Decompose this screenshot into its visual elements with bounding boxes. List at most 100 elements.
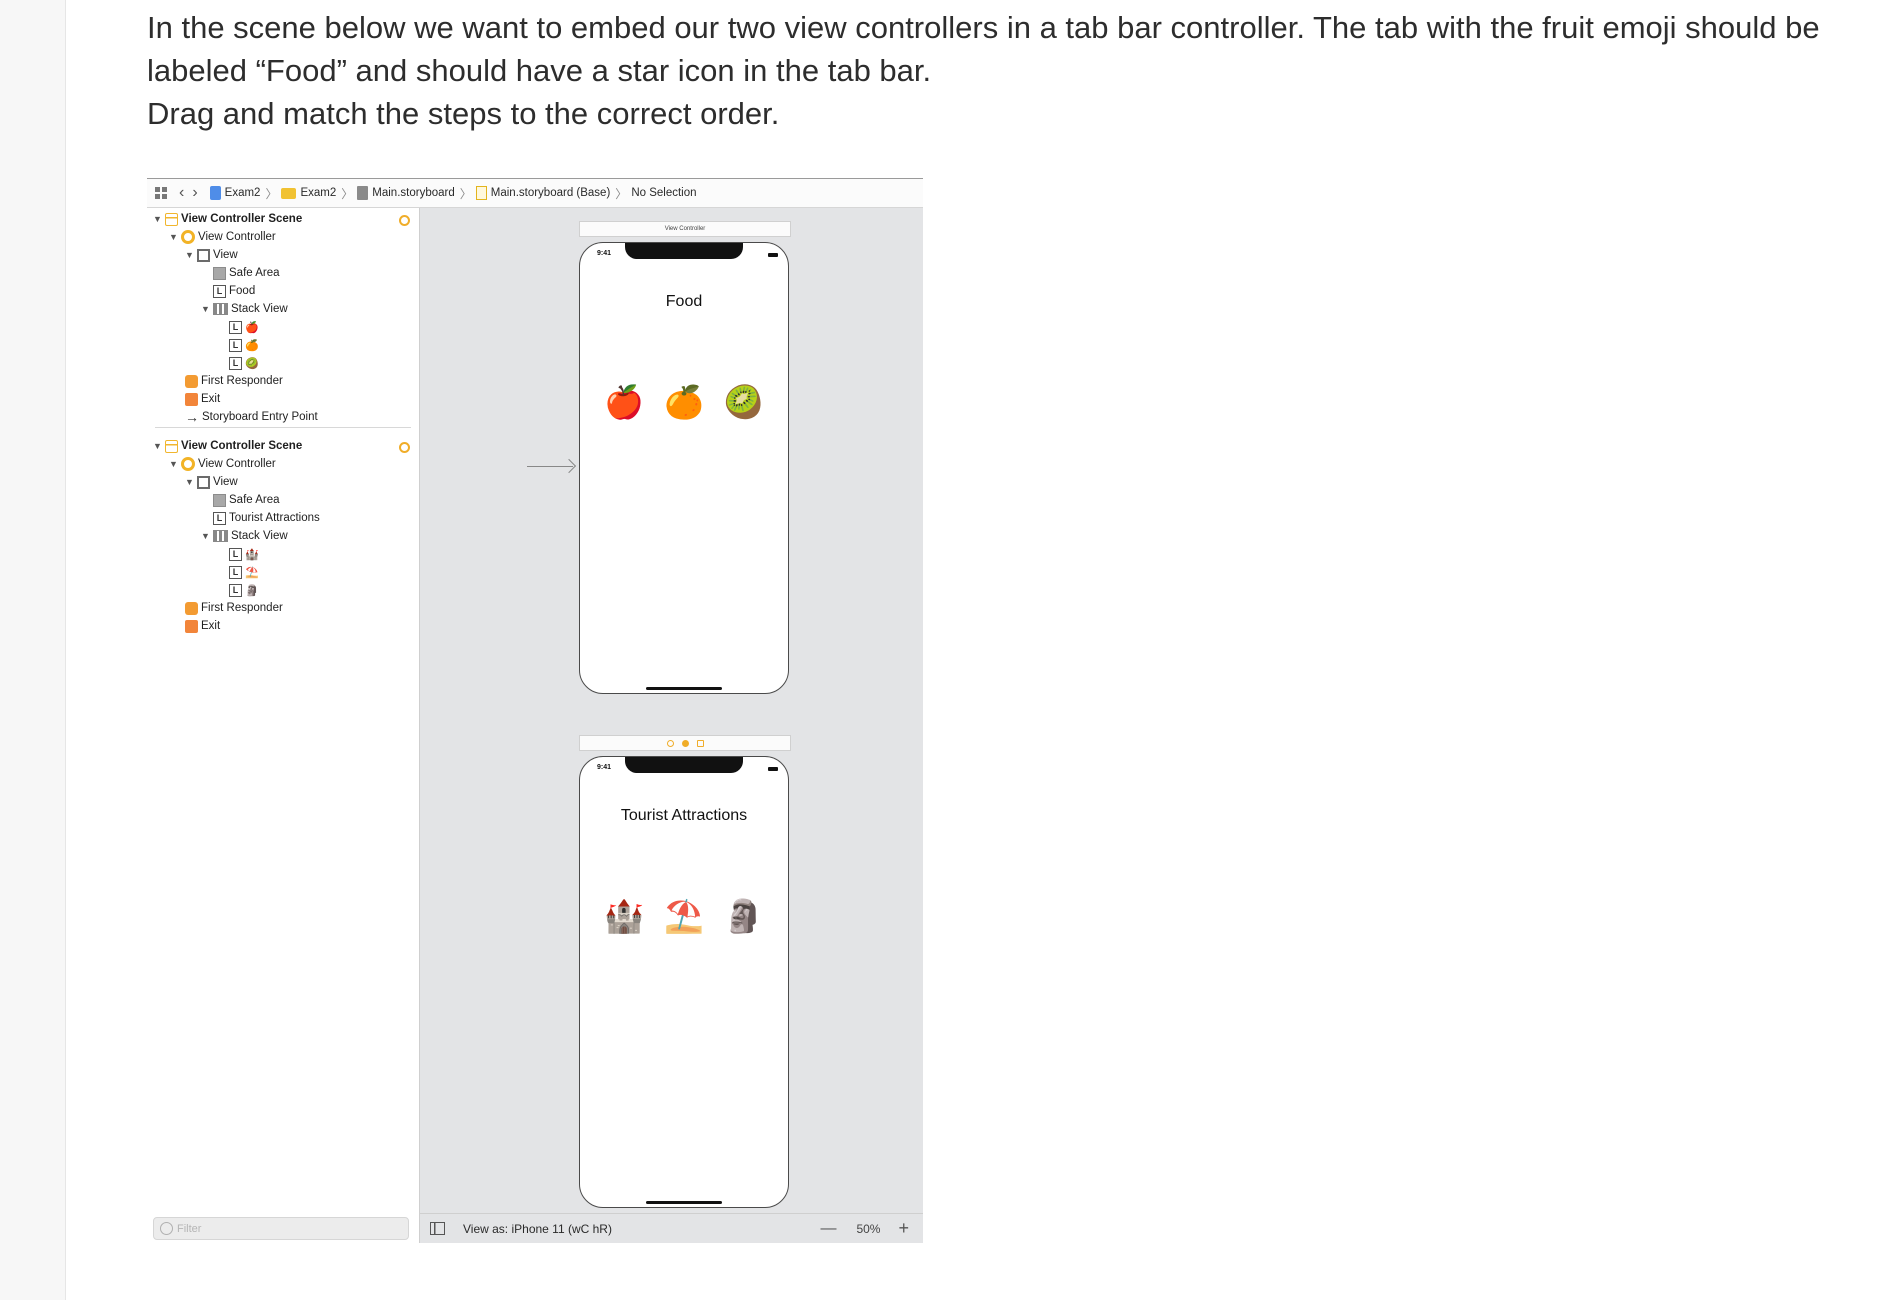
stack-view-icon — [213, 530, 228, 542]
attractions-stack-view[interactable]: 🏰 ⛱️ 🗿 — [580, 897, 788, 935]
jump-bar: ‹ › Exam2 〉 Exam2 〉 Main.storyboard 〉 Ma… — [147, 179, 923, 208]
outline-stack-view[interactable]: ▼ Stack View — [201, 300, 288, 318]
status-time: 9:41 — [597, 250, 612, 257]
status-time: 9:41 — [597, 764, 612, 771]
beach-emoji[interactable]: ⛱️ — [664, 897, 704, 935]
filter-field[interactable]: Filter — [153, 1217, 409, 1240]
outline-stack-item[interactable]: L 🍎 — [229, 318, 259, 336]
outline-stack-item[interactable]: L 🍊 — [229, 336, 259, 354]
scene-icon — [165, 439, 178, 453]
breadcrumb-selection[interactable]: No Selection — [631, 187, 696, 199]
disclosure-triangle-icon[interactable]: ▼ — [185, 250, 197, 260]
zoom-out-icon[interactable]: — — [820, 1220, 836, 1238]
castle-emoji[interactable]: 🏰 — [604, 897, 644, 935]
scene-1-header[interactable]: View Controller — [579, 221, 791, 237]
outline-exit[interactable]: Exit — [185, 390, 220, 408]
food-label[interactable]: Food — [580, 293, 788, 311]
breadcrumb-separator: 〉 — [615, 186, 628, 201]
safe-area-icon — [213, 493, 226, 507]
label-icon: L — [229, 565, 242, 579]
scene-divider — [155, 427, 411, 428]
disclosure-triangle-icon[interactable]: ▼ — [201, 531, 213, 541]
scene-status-icon — [399, 215, 410, 226]
view-icon — [197, 248, 210, 262]
storyboard-entry-arrow[interactable] — [527, 466, 573, 467]
outline-safe-area[interactable]: Safe Area — [213, 491, 280, 509]
battery-icon — [768, 767, 778, 771]
question-line-1: In the scene below we want to embed our … — [147, 10, 1820, 88]
entry-arrow-icon: → — [185, 409, 199, 425]
outline-exit[interactable]: Exit — [185, 617, 220, 635]
outline-scene-2[interactable]: ▼ View Controller Scene — [153, 437, 302, 455]
disclosure-triangle-icon[interactable]: ▼ — [201, 304, 213, 314]
canvas-bottom-bar: View as: iPhone 11 (wC hR) — 50% + — [420, 1213, 923, 1243]
view-controller-icon[interactable] — [666, 739, 674, 747]
outline-first-responder[interactable]: First Responder — [185, 372, 283, 390]
exit-icon[interactable] — [696, 739, 704, 747]
kiwi-emoji[interactable]: 🥝 — [724, 383, 764, 421]
home-indicator — [646, 1201, 722, 1204]
view-as-device[interactable]: View as: iPhone 11 (wC hR) — [463, 1222, 612, 1236]
outline-stack-item[interactable]: L ⛱️ — [229, 563, 259, 581]
content-area: In the scene below we want to embed our … — [66, 0, 1894, 1300]
disclosure-triangle-icon[interactable]: ▼ — [185, 477, 197, 487]
disclosure-triangle-icon[interactable]: ▼ — [169, 232, 181, 242]
zoom-level[interactable]: 50% — [856, 1222, 880, 1236]
phone-1[interactable]: 9:41 Food 🍎 🍊 🥝 — [579, 242, 789, 694]
breadcrumb-separator: 〉 — [459, 186, 472, 201]
project-icon — [209, 186, 221, 200]
storyboard-base-icon — [475, 186, 487, 200]
disclosure-triangle-icon[interactable]: ▼ — [169, 459, 181, 469]
label-icon: L — [229, 356, 242, 370]
related-items-icon[interactable] — [155, 187, 167, 199]
outline-entry-point[interactable]: → Storyboard Entry Point — [185, 408, 318, 426]
notch — [625, 757, 743, 773]
safe-area-icon — [213, 266, 226, 280]
orange-emoji[interactable]: 🍊 — [664, 383, 704, 421]
label-icon: L — [213, 284, 226, 298]
notch — [625, 243, 743, 259]
storyboard-file-icon — [357, 186, 369, 200]
question-line-2: Drag and match the steps to the correct … — [147, 96, 780, 131]
phone-2[interactable]: 9:41 Tourist Attractions 🏰 ⛱️ 🗿 — [579, 756, 789, 1208]
first-responder-icon[interactable] — [681, 739, 689, 747]
apple-emoji[interactable]: 🍎 — [604, 383, 644, 421]
back-chevron-icon[interactable]: ‹ — [179, 184, 184, 202]
toggle-outline-icon[interactable] — [430, 1222, 445, 1235]
breadcrumb-group[interactable]: Exam2 — [281, 187, 336, 199]
filter-icon — [160, 1222, 173, 1235]
breadcrumb-file[interactable]: Main.storyboard — [357, 186, 455, 200]
home-indicator — [646, 687, 722, 690]
breadcrumb-separator: 〉 — [265, 186, 278, 201]
outline-view[interactable]: ▼ View — [185, 246, 238, 264]
outline-scene-1[interactable]: ▼ View Controller Scene — [153, 210, 302, 228]
scene-icon — [165, 212, 178, 226]
zoom-in-icon[interactable]: + — [898, 1218, 909, 1239]
question-text: In the scene below we want to embed our … — [147, 6, 1867, 135]
outline-view-controller[interactable]: ▼ View Controller — [169, 228, 276, 246]
outline-first-responder[interactable]: First Responder — [185, 599, 283, 617]
disclosure-triangle-icon[interactable]: ▼ — [153, 214, 165, 224]
moai-emoji[interactable]: 🗿 — [724, 897, 764, 935]
breadcrumb-base[interactable]: Main.storyboard (Base) — [475, 186, 610, 200]
outline-label-tourist[interactable]: L Tourist Attractions — [213, 509, 320, 527]
filter-placeholder: Filter — [177, 1222, 202, 1235]
outline-view-controller[interactable]: ▼ View Controller — [169, 455, 276, 473]
label-icon: L — [229, 320, 242, 334]
breadcrumb-project[interactable]: Exam2 — [198, 186, 260, 200]
outline-stack-view[interactable]: ▼ Stack View — [201, 527, 288, 545]
disclosure-triangle-icon[interactable]: ▼ — [153, 441, 165, 451]
outline-label-food[interactable]: L Food — [213, 282, 255, 300]
fruit-stack-view[interactable]: 🍎 🍊 🥝 — [580, 383, 788, 421]
outline-view[interactable]: ▼ View — [185, 473, 238, 491]
view-controller-icon — [181, 457, 195, 471]
battery-icon — [768, 253, 778, 257]
outline-safe-area[interactable]: Safe Area — [213, 264, 280, 282]
outline-stack-item[interactable]: L 🗿 — [229, 581, 259, 599]
outline-stack-item[interactable]: L 🏰 — [229, 545, 259, 563]
tourist-attractions-label[interactable]: Tourist Attractions — [580, 807, 788, 825]
scene-2-header[interactable] — [579, 735, 791, 751]
label-icon: L — [213, 511, 226, 525]
document-outline: ▼ View Controller Scene ▼ View Controlle… — [147, 208, 420, 1243]
outline-stack-item[interactable]: L 🥝 — [229, 354, 259, 372]
